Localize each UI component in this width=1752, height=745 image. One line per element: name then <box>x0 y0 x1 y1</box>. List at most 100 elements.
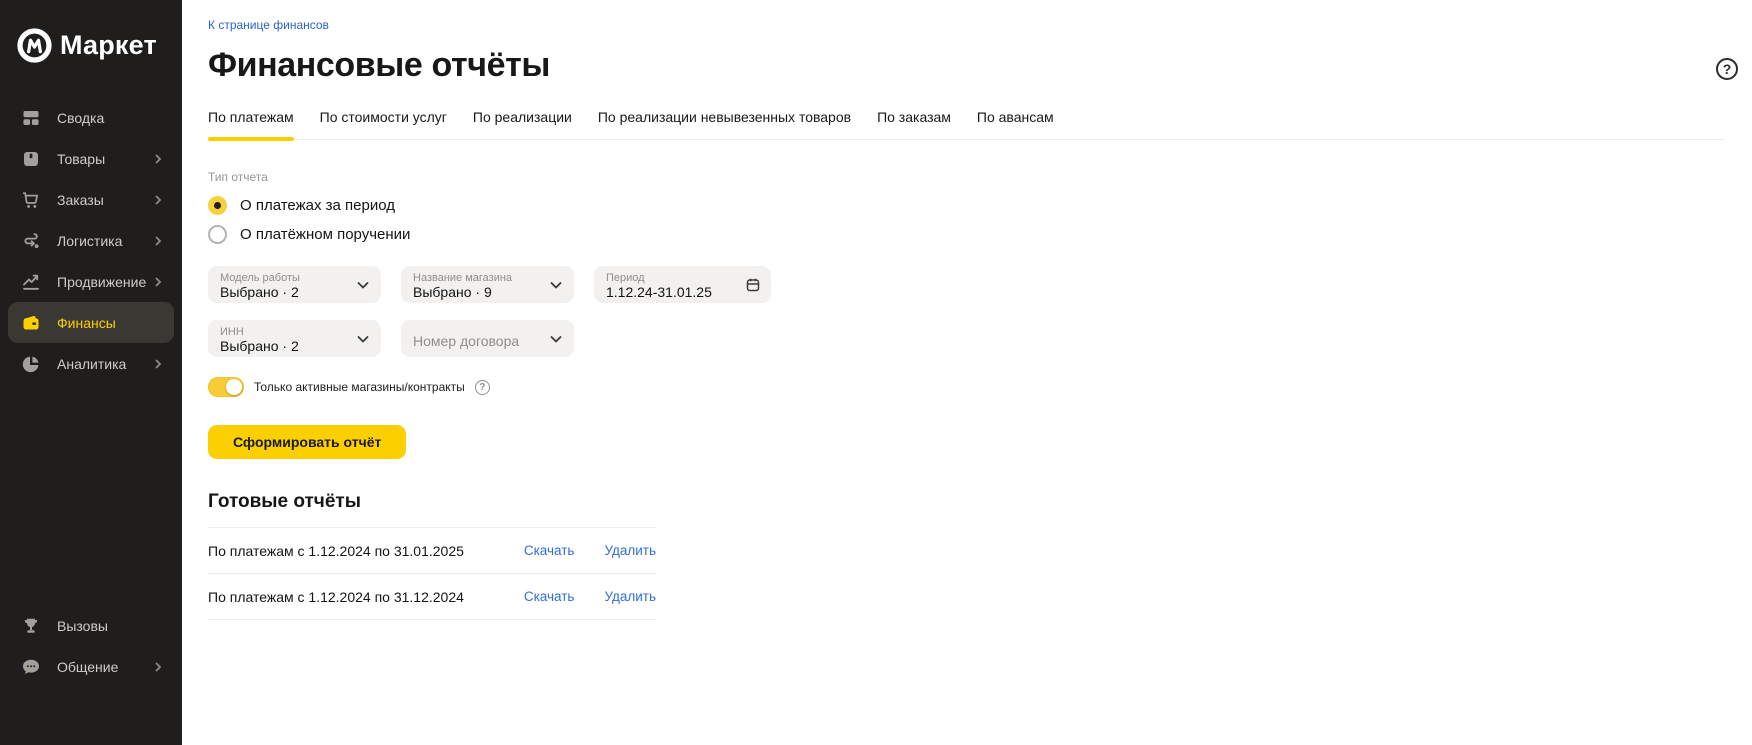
inn-select[interactable]: ИНН Выбрано · 2 <box>208 320 381 357</box>
select-value: 1.12.24-31.01.25 <box>606 284 712 300</box>
select-label: Модель работы <box>220 272 300 284</box>
sidebar-item-logistics[interactable]: Логистика <box>8 220 174 261</box>
chevron-down-icon <box>357 281 369 289</box>
delete-link[interactable]: Удалить <box>604 589 656 604</box>
report-row: По платежам с 1.12.2024 по 31.01.2025 Ск… <box>208 527 656 573</box>
download-link[interactable]: Скачать <box>524 543 575 558</box>
report-type-label: Тип отчета <box>208 170 268 184</box>
tab-label: По авансам <box>976 109 1054 125</box>
radio-label: О платёжном поручении <box>240 226 411 243</box>
sidebar-nav: Сводка Товары Заказы Логистика Продвижен… <box>0 97 182 384</box>
tab-label: По реализации невывезенных товаров <box>597 109 852 125</box>
sidebar-item-challenges[interactable]: Вызовы <box>8 605 174 646</box>
active-only-toggle[interactable] <box>208 377 244 397</box>
sidebar-item-summary[interactable]: Сводка <box>8 97 174 138</box>
select-label: ИНН <box>220 326 244 338</box>
contract-number-select[interactable]: Номер договора <box>401 320 574 357</box>
select-label: Название магазина <box>413 272 513 284</box>
logo-text: Маркет <box>60 30 157 60</box>
tab-label: По заказам <box>877 109 951 125</box>
filter-row-2: ИНН Выбрано · 2 Номер договора <box>208 320 1724 357</box>
sidebar-item-products[interactable]: Товары <box>8 138 174 179</box>
sidebar-item-label: Аналитика <box>57 355 127 372</box>
chat-icon <box>23 659 39 674</box>
select-value: Выбрано · 2 <box>220 284 299 300</box>
filters: Модель работы Выбрано · 2 Название магаз… <box>208 266 1724 357</box>
tab-advances[interactable]: По авансам <box>977 109 1054 139</box>
delete-link[interactable]: Удалить <box>604 543 656 558</box>
sidebar-item-label: Финансы <box>57 314 116 331</box>
work-model-select[interactable]: Модель работы Выбрано · 2 <box>208 266 381 303</box>
radio-label: О платежах за период <box>240 197 395 214</box>
chevron-right-icon <box>155 153 162 164</box>
period-field[interactable]: Период 1.12.24-31.01.25 <box>594 266 771 303</box>
chevron-right-icon <box>155 194 162 205</box>
tab-service-cost[interactable]: По стоимости услуг <box>320 109 447 139</box>
tab-label: По реализации <box>472 109 572 125</box>
chevron-down-icon <box>550 281 562 289</box>
tab-label: По платежам <box>208 109 294 125</box>
radio-payments-period[interactable]: О платежах за период <box>208 196 1724 215</box>
chevron-right-icon <box>155 235 162 246</box>
wallet-icon <box>23 315 39 329</box>
ready-reports-heading: Готовые отчёты <box>208 491 361 512</box>
sidebar: Маркет Сводка Товары Заказы Логистика Пр… <box>0 0 182 745</box>
select-value: Выбрано · 9 <box>413 284 492 300</box>
radio-selected-icon[interactable] <box>208 196 227 215</box>
report-title: По платежам с 1.12.2024 по 31.01.2025 <box>208 542 464 559</box>
toggle-knob <box>226 379 242 395</box>
sidebar-item-analytics[interactable]: Аналитика <box>8 343 174 384</box>
sidebar-item-promotion[interactable]: Продвижение <box>8 261 174 302</box>
tab-sales[interactable]: По реализации <box>473 109 572 139</box>
active-only-toggle-row: Только активные магазины/контракты ? <box>208 377 1724 397</box>
trophy-icon <box>24 618 38 633</box>
tab-label: По стоимости услуг <box>319 109 447 125</box>
active-tab-underline <box>208 137 294 141</box>
tab-orders[interactable]: По заказам <box>877 109 951 139</box>
main-content: К странице финансов Финансовые отчёты ? … <box>182 0 1752 745</box>
ready-reports-list: По платежам с 1.12.2024 по 31.01.2025 Ск… <box>208 527 656 620</box>
report-row: По платежам с 1.12.2024 по 31.12.2024 Ск… <box>208 573 656 619</box>
filter-row-1: Модель работы Выбрано · 2 Название магаз… <box>208 266 1724 303</box>
tab-payments[interactable]: По платежам <box>208 109 294 141</box>
dashboard-icon <box>23 110 39 125</box>
radio-payment-order[interactable]: О платёжном поручении <box>208 225 1724 244</box>
chevron-down-icon <box>357 335 369 343</box>
report-tabs: По платежам По стоимости услуг По реализ… <box>208 109 1724 141</box>
page-title: Финансовые отчёты <box>208 46 550 84</box>
package-icon <box>24 151 38 166</box>
sidebar-item-finance[interactable]: Финансы <box>8 302 174 343</box>
select-label: Период <box>606 272 645 284</box>
chevron-right-icon <box>155 661 162 672</box>
sidebar-item-label: Заказы <box>57 191 104 208</box>
market-logo-icon <box>17 28 52 63</box>
pie-chart-icon <box>22 356 39 372</box>
radio-unselected-icon[interactable] <box>208 225 227 244</box>
report-type-options: О платежах за период О платёжном поручен… <box>208 196 1724 244</box>
select-placeholder: Номер договора <box>413 332 520 349</box>
generate-report-button[interactable]: Сформировать отчёт <box>208 425 407 459</box>
question-icon[interactable]: ? <box>1716 58 1738 80</box>
route-icon <box>24 232 39 248</box>
chevron-down-icon <box>550 335 562 343</box>
cart-icon <box>23 191 39 208</box>
market-logo[interactable]: Маркет <box>0 0 182 64</box>
download-link[interactable]: Скачать <box>524 589 575 604</box>
calendar-icon <box>746 278 760 291</box>
tooltip-question-icon[interactable]: ? <box>474 379 490 395</box>
sidebar-item-label: Сводка <box>57 109 105 126</box>
shop-name-select[interactable]: Название магазина Выбрано · 9 <box>401 266 574 303</box>
select-value: Выбрано · 2 <box>220 338 299 354</box>
sidebar-bottom-nav: Вызовы Общение <box>0 605 182 745</box>
back-to-finance-link[interactable]: К странице финансов <box>208 18 329 32</box>
report-title: По платежам с 1.12.2024 по 31.12.2024 <box>208 588 464 605</box>
sidebar-item-communication[interactable]: Общение <box>8 646 174 687</box>
chevron-right-icon <box>155 276 162 287</box>
sidebar-item-label: Логистика <box>57 232 123 249</box>
trending-up-icon <box>23 274 39 290</box>
sidebar-item-label: Общение <box>57 658 119 675</box>
sidebar-item-orders[interactable]: Заказы <box>8 179 174 220</box>
chevron-right-icon <box>155 358 162 369</box>
tab-unexported-goods[interactable]: По реализации невывезенных товаров <box>598 109 851 139</box>
